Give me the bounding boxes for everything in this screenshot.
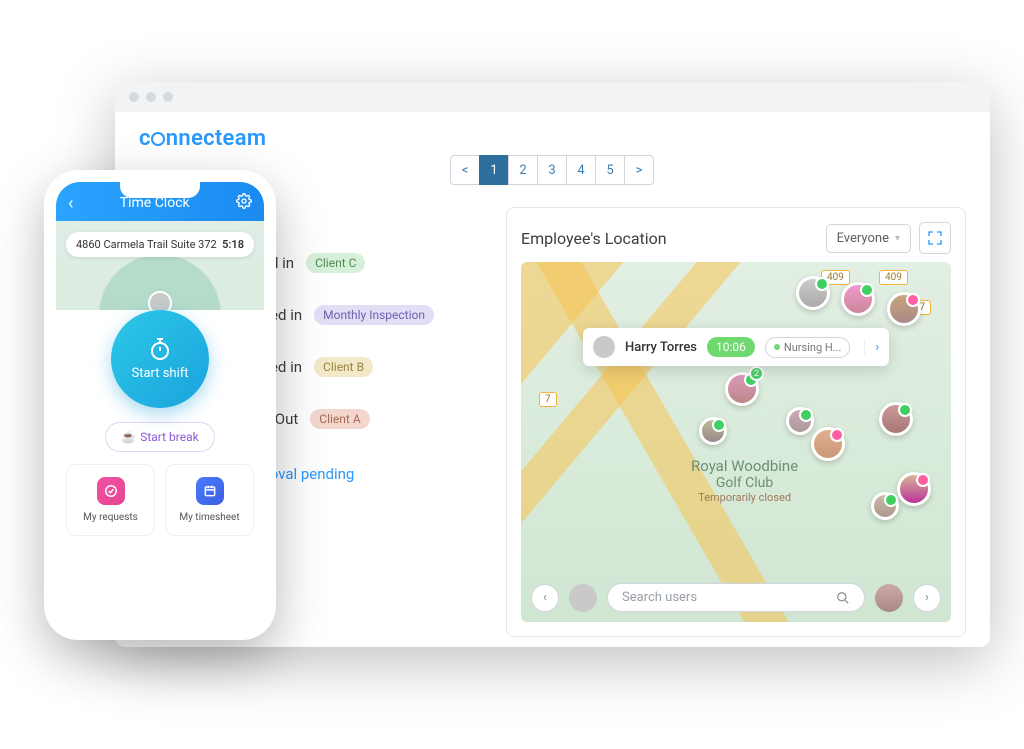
employee-pin[interactable]	[841, 282, 875, 316]
tile-label: My timesheet	[179, 512, 239, 523]
address-pill: 4860 Carmela Trail Suite 372 5:18	[66, 232, 254, 257]
address-text: 4860 Carmela Trail Suite 372	[76, 238, 217, 251]
window-dot	[163, 92, 173, 102]
gear-icon[interactable]	[236, 193, 252, 213]
page-next[interactable]: >	[624, 155, 654, 185]
employee-pin[interactable]	[871, 492, 899, 520]
activity-chip: Client B	[314, 357, 373, 377]
coffee-icon: ☕	[121, 430, 136, 444]
chevron-down-icon: ▾	[895, 233, 900, 244]
map-canvas[interactable]: 409 409 27 7 Royal Woodbine Golf Club Te…	[521, 262, 951, 622]
poi-sub: Golf Club	[691, 475, 798, 491]
browser-titlebar	[115, 82, 990, 112]
start-shift-button[interactable]: Start shift	[111, 310, 209, 408]
start-shift-label: Start shift	[131, 366, 188, 381]
page-4[interactable]: 4	[566, 155, 596, 185]
page-2[interactable]: 2	[508, 155, 538, 185]
requests-icon	[97, 477, 125, 505]
employee-location-panel: Employee's Location Everyone ▾ 409 409	[506, 207, 966, 637]
popup-shift-label: Nursing H...	[784, 341, 842, 354]
window-dot	[146, 92, 156, 102]
back-icon[interactable]: ‹	[68, 193, 73, 214]
cluster-count: 2	[749, 366, 764, 381]
employee-pin[interactable]	[796, 276, 830, 310]
search-placeholder: Search users	[622, 590, 697, 605]
expand-button[interactable]	[919, 222, 951, 254]
chevron-right-icon[interactable]: ›	[864, 340, 879, 355]
stopwatch-icon	[148, 337, 172, 361]
expand-icon	[927, 230, 943, 246]
map-poi-label: Royal Woodbine Golf Club Temporarily clo…	[691, 457, 798, 504]
page-1[interactable]: 1	[479, 155, 509, 185]
employee-pin[interactable]	[879, 402, 913, 436]
page-3[interactable]: 3	[537, 155, 567, 185]
filter-label: Everyone	[837, 231, 889, 246]
window-dot	[129, 92, 139, 102]
my-timesheet-tile[interactable]: My timesheet	[165, 464, 254, 536]
popup-time: 10:06	[707, 337, 755, 357]
filter-select[interactable]: Everyone ▾	[826, 224, 911, 253]
route-badge: 409	[879, 270, 908, 285]
next-user-avatar[interactable]	[875, 584, 903, 612]
start-break-label: Start break	[140, 430, 199, 444]
popup-name: Harry Torres	[625, 340, 697, 355]
popup-shift-chip: Nursing H...	[765, 337, 851, 358]
page-5[interactable]: 5	[595, 155, 625, 185]
employee-pin[interactable]	[897, 472, 931, 506]
employee-pin[interactable]	[811, 427, 845, 461]
search-icon	[836, 591, 850, 605]
map-next-user[interactable]: ›	[913, 584, 941, 612]
avatar-icon	[593, 336, 615, 358]
employee-pin[interactable]	[699, 417, 727, 445]
phone-notch	[120, 182, 200, 198]
page-prev[interactable]: <	[450, 155, 480, 185]
activity-chip: Client C	[306, 253, 365, 273]
start-break-button[interactable]: ☕ Start break	[105, 422, 215, 452]
search-users-input[interactable]: Search users	[607, 583, 865, 612]
map-prev-user[interactable]: ‹	[531, 584, 559, 612]
employee-pin[interactable]	[887, 292, 921, 326]
brand-logo: cconnecteamnnecteam	[139, 126, 966, 151]
status-dot-icon	[774, 344, 780, 350]
employee-popup[interactable]: Harry Torres 10:06 Nursing H... ›	[583, 328, 889, 366]
map-title: Employee's Location	[521, 229, 667, 248]
route-badge: 7	[539, 392, 557, 407]
employee-pin[interactable]	[786, 407, 814, 435]
my-requests-tile[interactable]: My requests	[66, 464, 155, 536]
activity-chip: Client A	[310, 409, 369, 429]
address-time: 5:18	[222, 238, 244, 251]
logo-ring-icon	[151, 132, 165, 146]
phone-mock: ‹ Time Clock 4860 Carmela Trail Suite 37…	[44, 170, 276, 640]
poi-status: Temporarily closed	[691, 491, 798, 504]
timesheet-icon	[196, 477, 224, 505]
activity-chip: Monthly Inspection	[314, 305, 434, 325]
tile-label: My requests	[83, 512, 138, 523]
current-user-avatar[interactable]	[569, 584, 597, 612]
poi-name: Royal Woodbine	[691, 457, 798, 475]
